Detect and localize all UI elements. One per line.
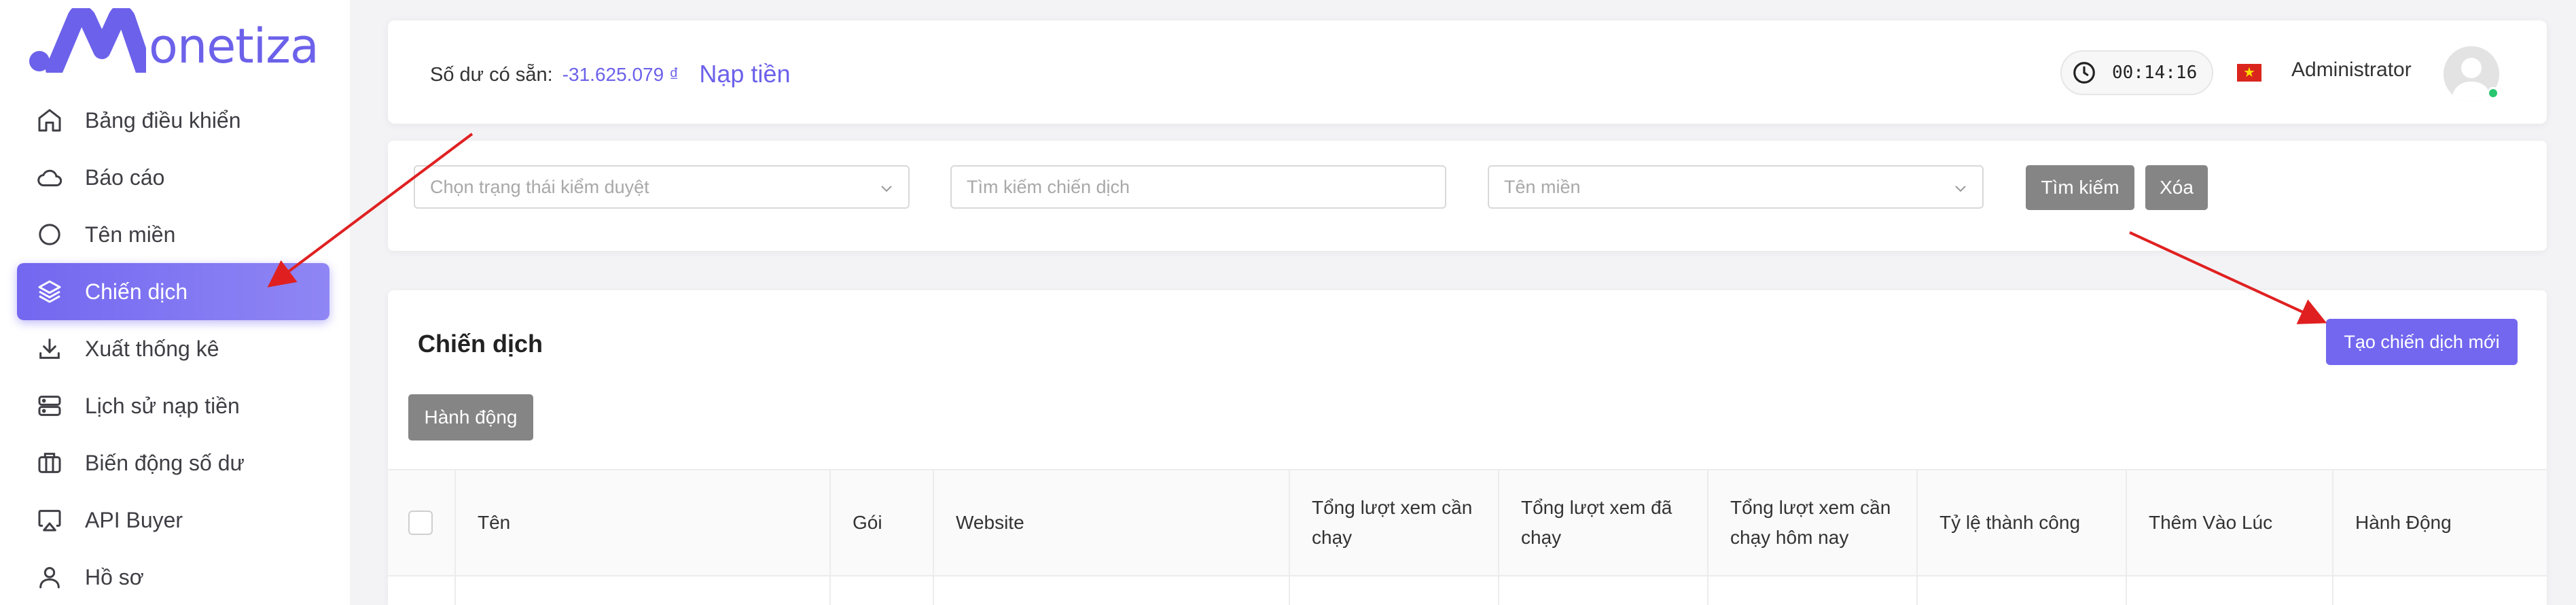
sidebar-item-label: Hồ sơ [85, 564, 144, 589]
page-title: Chiến dịch [418, 330, 543, 358]
download-icon [39, 339, 60, 359]
column-header[interactable]: Thêm Vào Lúc [2126, 470, 2332, 575]
sidebar-item-label: Tên miền [85, 222, 176, 247]
sidebar-item-label: Xuất thống kê [85, 336, 219, 361]
logo-mark-icon [29, 8, 146, 73]
campaign-search-input[interactable]: Tìm kiếm chiến dịch [950, 165, 1446, 209]
cloud-icon [37, 169, 62, 187]
filter-bar: Chọn trạng thái kiểm duyệt Tìm kiếm chiế… [388, 141, 2547, 251]
sidebar-item-label: Biến động số dư [85, 450, 245, 475]
layers-icon [38, 280, 61, 303]
online-status-dot [2487, 87, 2499, 99]
sidebar-menu: Bảng điều khiển Báo cáo Tên miền Chiến d… [17, 92, 329, 605]
bulk-action-button[interactable]: Hành động [408, 394, 533, 440]
sidebar-item-label: Lịch sử nạp tiền [85, 393, 240, 418]
search-button[interactable]: Tìm kiếm [2026, 165, 2134, 210]
status-select-placeholder: Chọn trạng thái kiểm duyệt [430, 176, 649, 197]
column-header[interactable]: Website [933, 470, 1289, 575]
column-header[interactable]: Gói [829, 470, 933, 575]
table-cell-divider [933, 576, 934, 605]
table-header: Tên Gói Website Tổng lượt xem cần chạy T… [388, 469, 2547, 576]
sidebar-item-label: API Buyer [85, 507, 183, 532]
column-header[interactable]: Tỷ lệ thành công [1916, 470, 2126, 575]
chevron-down-icon [881, 186, 892, 192]
sidebar-item-label: Chiến dịch [85, 279, 188, 304]
table-cell-divider [1707, 576, 1709, 605]
sidebar-item-reports[interactable]: Báo cáo [17, 149, 329, 206]
sidebar-item-balance-changes[interactable]: Biến động số dư [17, 434, 329, 491]
domain-select[interactable]: Tên miền [1488, 165, 1984, 209]
logo-text: onetiza [149, 18, 319, 74]
topup-link[interactable]: Nạp tiền [699, 60, 790, 88]
table-cell-divider [1916, 576, 1918, 605]
user-name[interactable]: Administrator [2291, 58, 2412, 82]
search-input-placeholder: Tìm kiếm chiến dịch [967, 176, 1130, 197]
column-header[interactable]: Tổng lượt xem đã chạy [1498, 470, 1707, 575]
sidebar-item-dashboard[interactable]: Bảng điều khiển [17, 92, 329, 149]
clear-button[interactable]: Xóa [2145, 165, 2208, 210]
table-cell-divider [2126, 576, 2127, 605]
circle-icon [39, 224, 60, 245]
vietnam-flag-icon[interactable]: ★ [2237, 64, 2261, 82]
status-select[interactable]: Chọn trạng thái kiểm duyệt [414, 165, 910, 209]
brand-logo[interactable]: onetiza [27, 8, 319, 73]
airplay-icon [38, 510, 61, 532]
clock-icon [2073, 62, 2095, 84]
table-cell-divider [1289, 576, 1290, 605]
table-cell-divider [454, 576, 456, 605]
select-all-checkbox[interactable] [408, 511, 433, 535]
sidebar-item-export[interactable]: Xuất thống kê [17, 320, 329, 377]
create-campaign-button[interactable]: Tạo chiến dịch mới [2326, 319, 2518, 365]
sidebar-item-topup-history[interactable]: Lịch sử nạp tiền [17, 377, 329, 434]
sidebar-item-api-buyer[interactable]: API Buyer [17, 491, 329, 549]
sidebar-item-label: Báo cáo [85, 165, 165, 190]
balance-info: Số dư có sẵn: -31.625.079 ₫ Nạp tiền [430, 58, 790, 88]
table-cell-divider [829, 576, 831, 605]
column-header[interactable]: Tổng lượt xem cần chạy [1289, 470, 1498, 575]
balance-amount: -31.625.079 ₫ [562, 64, 679, 85]
sidebar-item-profile[interactable]: Hồ sơ [17, 549, 329, 605]
column-header[interactable]: Tổng lượt xem cần chạy hôm nay [1707, 470, 1916, 575]
sidebar-item-campaigns[interactable]: Chiến dịch [17, 263, 329, 320]
chevron-down-icon [1955, 186, 1966, 192]
sidebar-item-domains[interactable]: Tên miền [17, 206, 329, 263]
server-icon [38, 396, 61, 416]
campaign-panel: Chiến dịch Tạo chiến dịch mới Hành động … [388, 290, 2547, 605]
sidebar: onetiza Bảng điều khiển Báo cáo Tên miền… [0, 0, 350, 605]
top-navbar: Số dư có sẵn: -31.625.079 ₫ Nạp tiền 00:… [388, 20, 2547, 124]
column-header[interactable]: Hành Động [2332, 470, 2547, 575]
briefcase-icon [38, 453, 61, 473]
select-all-cell [388, 470, 454, 575]
user-icon [39, 567, 60, 589]
table-cell-divider [1498, 576, 1499, 605]
sidebar-item-label: Bảng điều khiển [85, 107, 241, 133]
column-header[interactable]: Tên [454, 470, 829, 575]
table-row [388, 576, 2547, 605]
home-icon [38, 109, 61, 132]
session-timer: 00:14:16 [2060, 50, 2213, 95]
table-cell-divider [2332, 576, 2333, 605]
timer-value: 00:14:16 [2112, 63, 2198, 83]
balance-label: Số dư có sẵn: [430, 64, 553, 86]
domain-select-placeholder: Tên miền [1504, 176, 1581, 197]
